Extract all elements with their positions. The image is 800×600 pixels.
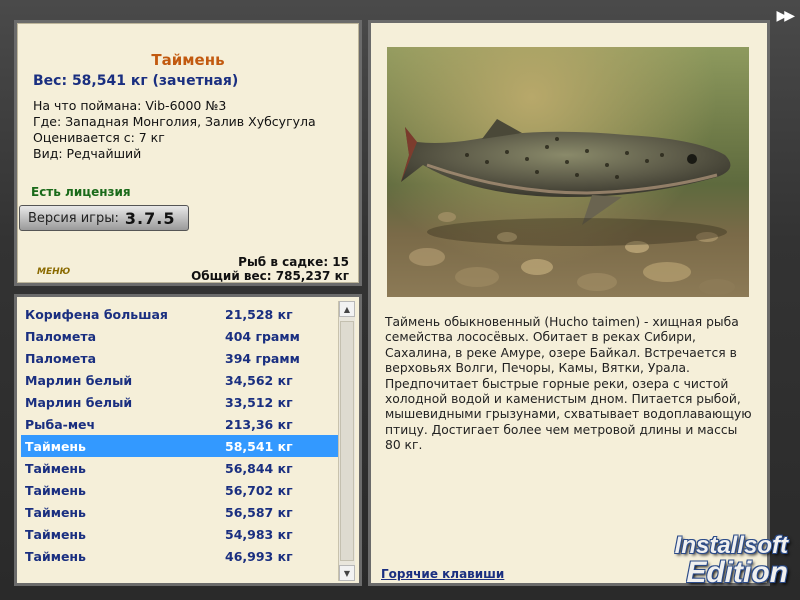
license-status: Есть лицензия	[31, 185, 131, 199]
catch-list-row[interactable]: Таймень 56,844 кг	[21, 457, 339, 479]
installsoft-watermark-logo: Installsoft Edition	[634, 522, 794, 594]
hotkeys-link[interactable]: Горячие клавиши	[381, 567, 504, 581]
scrollbar[interactable]: ▲ ▼	[338, 301, 355, 581]
catch-list-row[interactable]: Корифена большая 21,528 кг	[21, 303, 339, 325]
menu-button[interactable]: МЕНЮ	[37, 267, 70, 277]
catch-list-row[interactable]: Таймень 46,993 кг	[21, 545, 339, 567]
catch-fish-weight: 56,587 кг	[225, 504, 293, 520]
catch-fish-weight: 213,36 кг	[225, 416, 293, 432]
catch-list-row[interactable]: Паломета 404 грамм	[21, 325, 339, 347]
catch-fish-weight: 56,844 кг	[225, 460, 293, 476]
catch-list-row[interactable]: Таймень 54,983 кг	[21, 523, 339, 545]
fish-weight: Вес: 58,541 кг (зачетная)	[33, 73, 239, 89]
catch-list-row[interactable]: Марлин белый 33,512 кг	[21, 391, 339, 413]
version-badge: Версия игры: 3.7.5	[19, 205, 189, 231]
arrow-up-icon[interactable]: ▲	[339, 301, 355, 317]
catch-list-row[interactable]: Марлин белый 34,562 кг	[21, 369, 339, 391]
catch-fish-name: Таймень	[25, 504, 86, 520]
catch-list-row[interactable]: Паломета 394 грамм	[21, 347, 339, 369]
catch-list-row[interactable]: Таймень 56,587 кг	[21, 501, 339, 523]
catch-fish-name: Таймень	[25, 526, 86, 542]
scroll-thumb[interactable]	[340, 321, 354, 561]
keepnet-count: Рыб в садке: 15	[238, 255, 349, 269]
catch-list: Корифена большая 21,528 кг Паломета 404 гра…	[21, 303, 339, 567]
kind-info: Вид: Редчайший	[33, 146, 142, 161]
taimen-fish-image	[401, 119, 735, 295]
catch-fish-weight: 21,528 кг	[225, 306, 293, 322]
fish-info-panel: Таймень Вес: 58,541 кг (зачетная) На что…	[14, 20, 362, 286]
watermark-line2: Edition	[686, 556, 788, 589]
catch-fish-name: Марлин белый	[25, 394, 133, 410]
fish-name: Таймень	[151, 51, 225, 69]
catch-fish-name: Паломета	[25, 350, 97, 366]
keepnet-total-weight: Общий вес: 785,237 кг	[191, 269, 349, 283]
catch-fish-weight: 33,512 кг	[225, 394, 293, 410]
catch-fish-name: Таймень	[25, 460, 86, 476]
catch-fish-weight: 54,983 кг	[225, 526, 293, 542]
catch-fish-name: Таймень	[25, 548, 86, 564]
fish-photo	[387, 47, 749, 297]
catch-fish-weight: 46,993 кг	[225, 548, 293, 564]
catch-list-row[interactable]: Таймень 58,541 кг	[21, 435, 339, 457]
catch-fish-name: Корифена большая	[25, 306, 168, 322]
fish-description: Таймень обыкновенный (Hucho taimen) - хи…	[385, 315, 752, 453]
catch-fish-weight: 394 грамм	[225, 350, 300, 366]
catch-fish-weight: 58,541 кг	[225, 438, 293, 454]
catch-list-row[interactable]: Рыба-меч 213,36 кг	[21, 413, 339, 435]
catch-list-panel: Корифена большая 21,528 кг Паломета 404 гра…	[14, 294, 362, 586]
catch-fish-name: Марлин белый	[25, 372, 133, 388]
version-label: Версия игры:	[28, 210, 119, 226]
version-value: 3.7.5	[124, 208, 176, 228]
location-info: Где: Западная Монголия, Залив Хубсугула	[33, 114, 316, 129]
double-arrow-right-icon[interactable]: ▶▶	[776, 8, 794, 24]
arrow-down-icon[interactable]: ▼	[339, 565, 355, 581]
catch-fish-weight: 404 грамм	[225, 328, 300, 344]
catch-list-row[interactable]: Таймень 56,702 кг	[21, 479, 339, 501]
catch-fish-weight: 34,562 кг	[225, 372, 293, 388]
fish-description-panel: Таймень обыкновенный (Hucho taimen) - хи…	[368, 20, 770, 586]
catch-fish-weight: 56,702 кг	[225, 482, 293, 498]
catch-fish-name: Рыба-меч	[25, 416, 96, 432]
catch-fish-name: Таймень	[25, 482, 86, 498]
window-frame: ▶▶ Таймень Вес: 58,541 кг (зачетная) На …	[0, 0, 800, 600]
rated-from-info: Оценивается с: 7 кг	[33, 130, 165, 145]
catch-fish-name: Таймень	[25, 438, 86, 454]
bait-info: На что поймана: Vib-6000 №3	[33, 98, 227, 113]
catch-fish-name: Паломета	[25, 328, 97, 344]
